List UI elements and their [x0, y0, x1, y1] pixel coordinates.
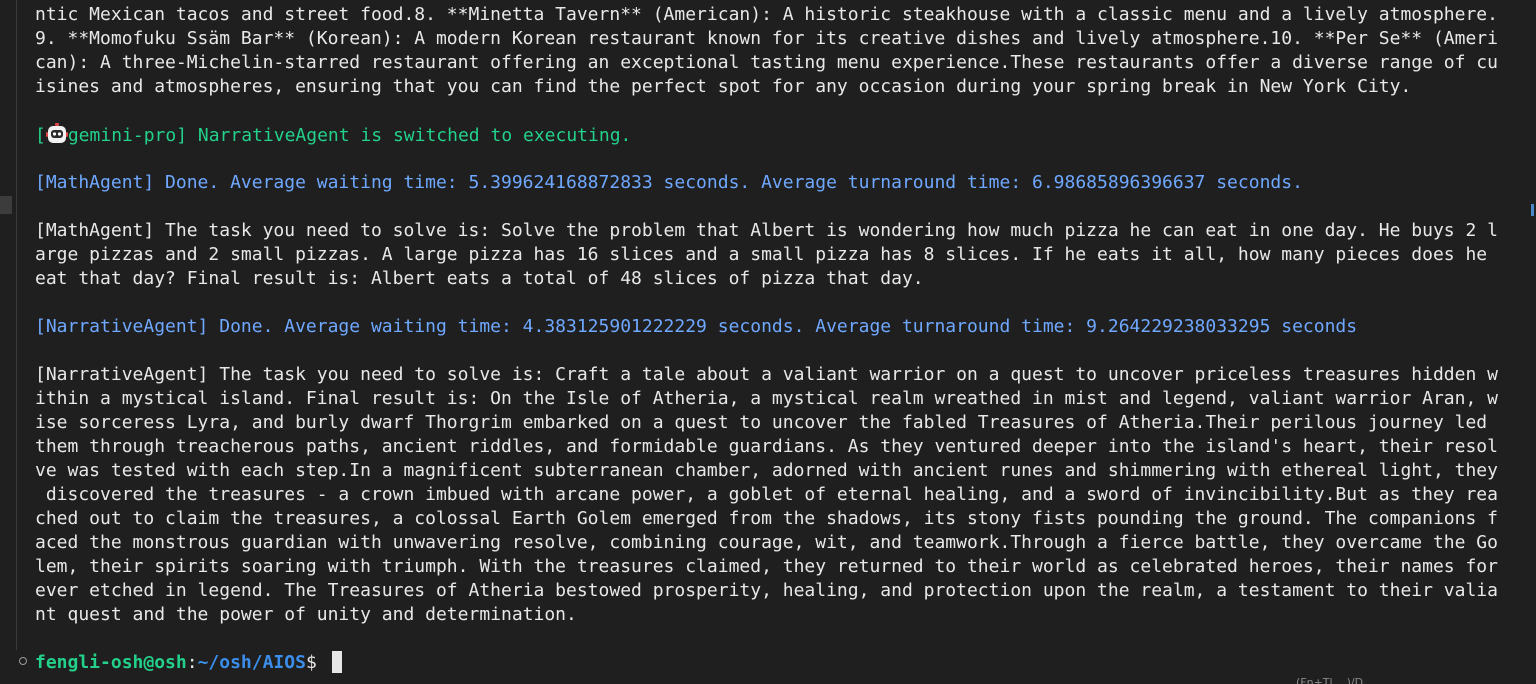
- gutter-marker: [0, 196, 12, 214]
- output-line: can): A three-Michelin-starred restauran…: [35, 52, 1498, 73]
- text-cursor[interactable]: [331, 651, 342, 673]
- narrative-task-line: them through treacherous paths, ancient …: [35, 436, 1498, 457]
- math-task-line: [MathAgent] The task you need to solve i…: [35, 220, 1498, 241]
- switch-prefix: [: [35, 125, 46, 146]
- narrative-task-line: ched out to claim the treasures, a colos…: [35, 508, 1498, 529]
- math-task-line: eat that day? Final result is: Albert ea…: [35, 268, 924, 289]
- narrative-task-line: ithin a mystical island. Final result is…: [35, 388, 1498, 409]
- gutter-divider: [16, 0, 17, 650]
- status-fragment: (Fn+Tl... )/D...: [1296, 676, 1374, 684]
- narrative-task-line: aced the monstrous guardian with unwaver…: [35, 532, 1498, 553]
- output-line: isines and atmospheres, ensuring that yo…: [35, 76, 1412, 97]
- prompt-path: ~/osh/AIOS: [197, 652, 306, 673]
- output-line: ntic Mexican tacos and street food.8. **…: [35, 4, 1498, 25]
- narrative-task-line: ever etched in legend. The Treasures of …: [35, 580, 1498, 601]
- narrative-task-line: ise sorceress Lyra, and burly dwarf Thor…: [35, 412, 1488, 433]
- narrative-task-line: [NarrativeAgent] The task you need to so…: [35, 364, 1498, 385]
- narrative-done-line: [NarrativeAgent] Done. Average waiting t…: [35, 316, 1358, 337]
- agent-switch-line: [ gemini-pro] NarrativeAgent is switched …: [35, 123, 1523, 147]
- narrative-task-line: discovered the treasures - a crown imbue…: [35, 484, 1498, 505]
- narrative-task-line: nt quest and the power of unity and dete…: [35, 604, 577, 625]
- prompt-colon: :: [186, 652, 198, 673]
- prompt-symbol: $: [305, 652, 328, 673]
- shell-prompt[interactable]: fengli-osh@osh:~/osh/AIOS$: [35, 651, 1523, 675]
- command-status-dot-icon[interactable]: [19, 657, 27, 665]
- prompt-user-host: fengli-osh@osh: [35, 652, 187, 673]
- switch-text: gemini-pro] NarrativeAgent is switched t…: [67, 125, 632, 146]
- math-done-line: [MathAgent] Done. Average waiting time: …: [35, 172, 1303, 193]
- terminal-panel[interactable]: ntic Mexican tacos and street food.8. **…: [0, 0, 1536, 684]
- narrative-task-line: lem, their spirits soaring with triumph.…: [35, 556, 1498, 577]
- robot-icon: [45, 123, 68, 143]
- terminal-output: ntic Mexican tacos and street food.8. **…: [35, 3, 1523, 675]
- narrative-task-line: ve was tested with each step.In a magnif…: [35, 460, 1498, 481]
- math-task-line: arge pizzas and 2 small pizzas. A large …: [35, 244, 1488, 265]
- scrollbar-marker[interactable]: [1531, 204, 1534, 216]
- output-line: 9. **Momofuku Ssäm Bar** (Korean): A mod…: [35, 28, 1498, 49]
